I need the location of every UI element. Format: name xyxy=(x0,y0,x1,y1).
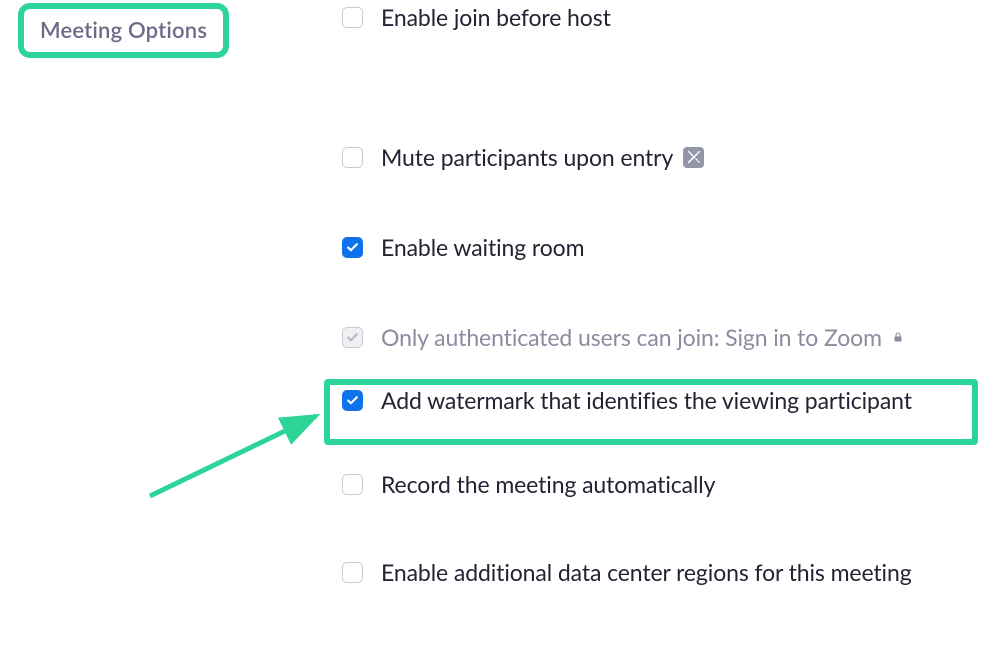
section-title-highlight: Meeting Options xyxy=(18,3,229,58)
checkbox-mute-on-entry[interactable] xyxy=(342,147,363,168)
info-badge-icon[interactable] xyxy=(683,147,704,168)
option-label: Add watermark that identifies the viewin… xyxy=(381,386,912,414)
option-watermark: Add watermark that identifies the viewin… xyxy=(342,386,1004,414)
option-auth-users: Only authenticated users can join: Sign … xyxy=(342,323,1004,351)
checkbox-data-centers[interactable] xyxy=(342,562,363,583)
option-join-before-host: Enable join before host xyxy=(342,3,1004,31)
option-label: Enable additional data center regions fo… xyxy=(381,558,912,586)
option-label: Enable waiting room xyxy=(381,233,584,261)
checkbox-watermark[interactable] xyxy=(342,390,363,411)
option-label: Record the meeting automatically xyxy=(381,470,715,498)
option-label: Enable join before host xyxy=(381,3,611,31)
checkbox-auto-record[interactable] xyxy=(342,474,363,495)
option-auto-record: Record the meeting automatically xyxy=(342,470,1004,498)
option-label: Mute participants upon entry xyxy=(381,143,673,171)
option-waiting-room: Enable waiting room xyxy=(342,233,1004,261)
checkbox-auth-users xyxy=(342,327,363,348)
option-data-centers: Enable additional data center regions fo… xyxy=(342,558,1004,586)
checkbox-join-before-host[interactable] xyxy=(342,7,363,28)
section-title: Meeting Options xyxy=(40,16,207,43)
option-label: Only authenticated users can join: Sign … xyxy=(381,323,882,351)
checkbox-waiting-room[interactable] xyxy=(342,237,363,258)
option-mute-on-entry: Mute participants upon entry xyxy=(342,143,1004,171)
lock-icon xyxy=(892,330,904,344)
